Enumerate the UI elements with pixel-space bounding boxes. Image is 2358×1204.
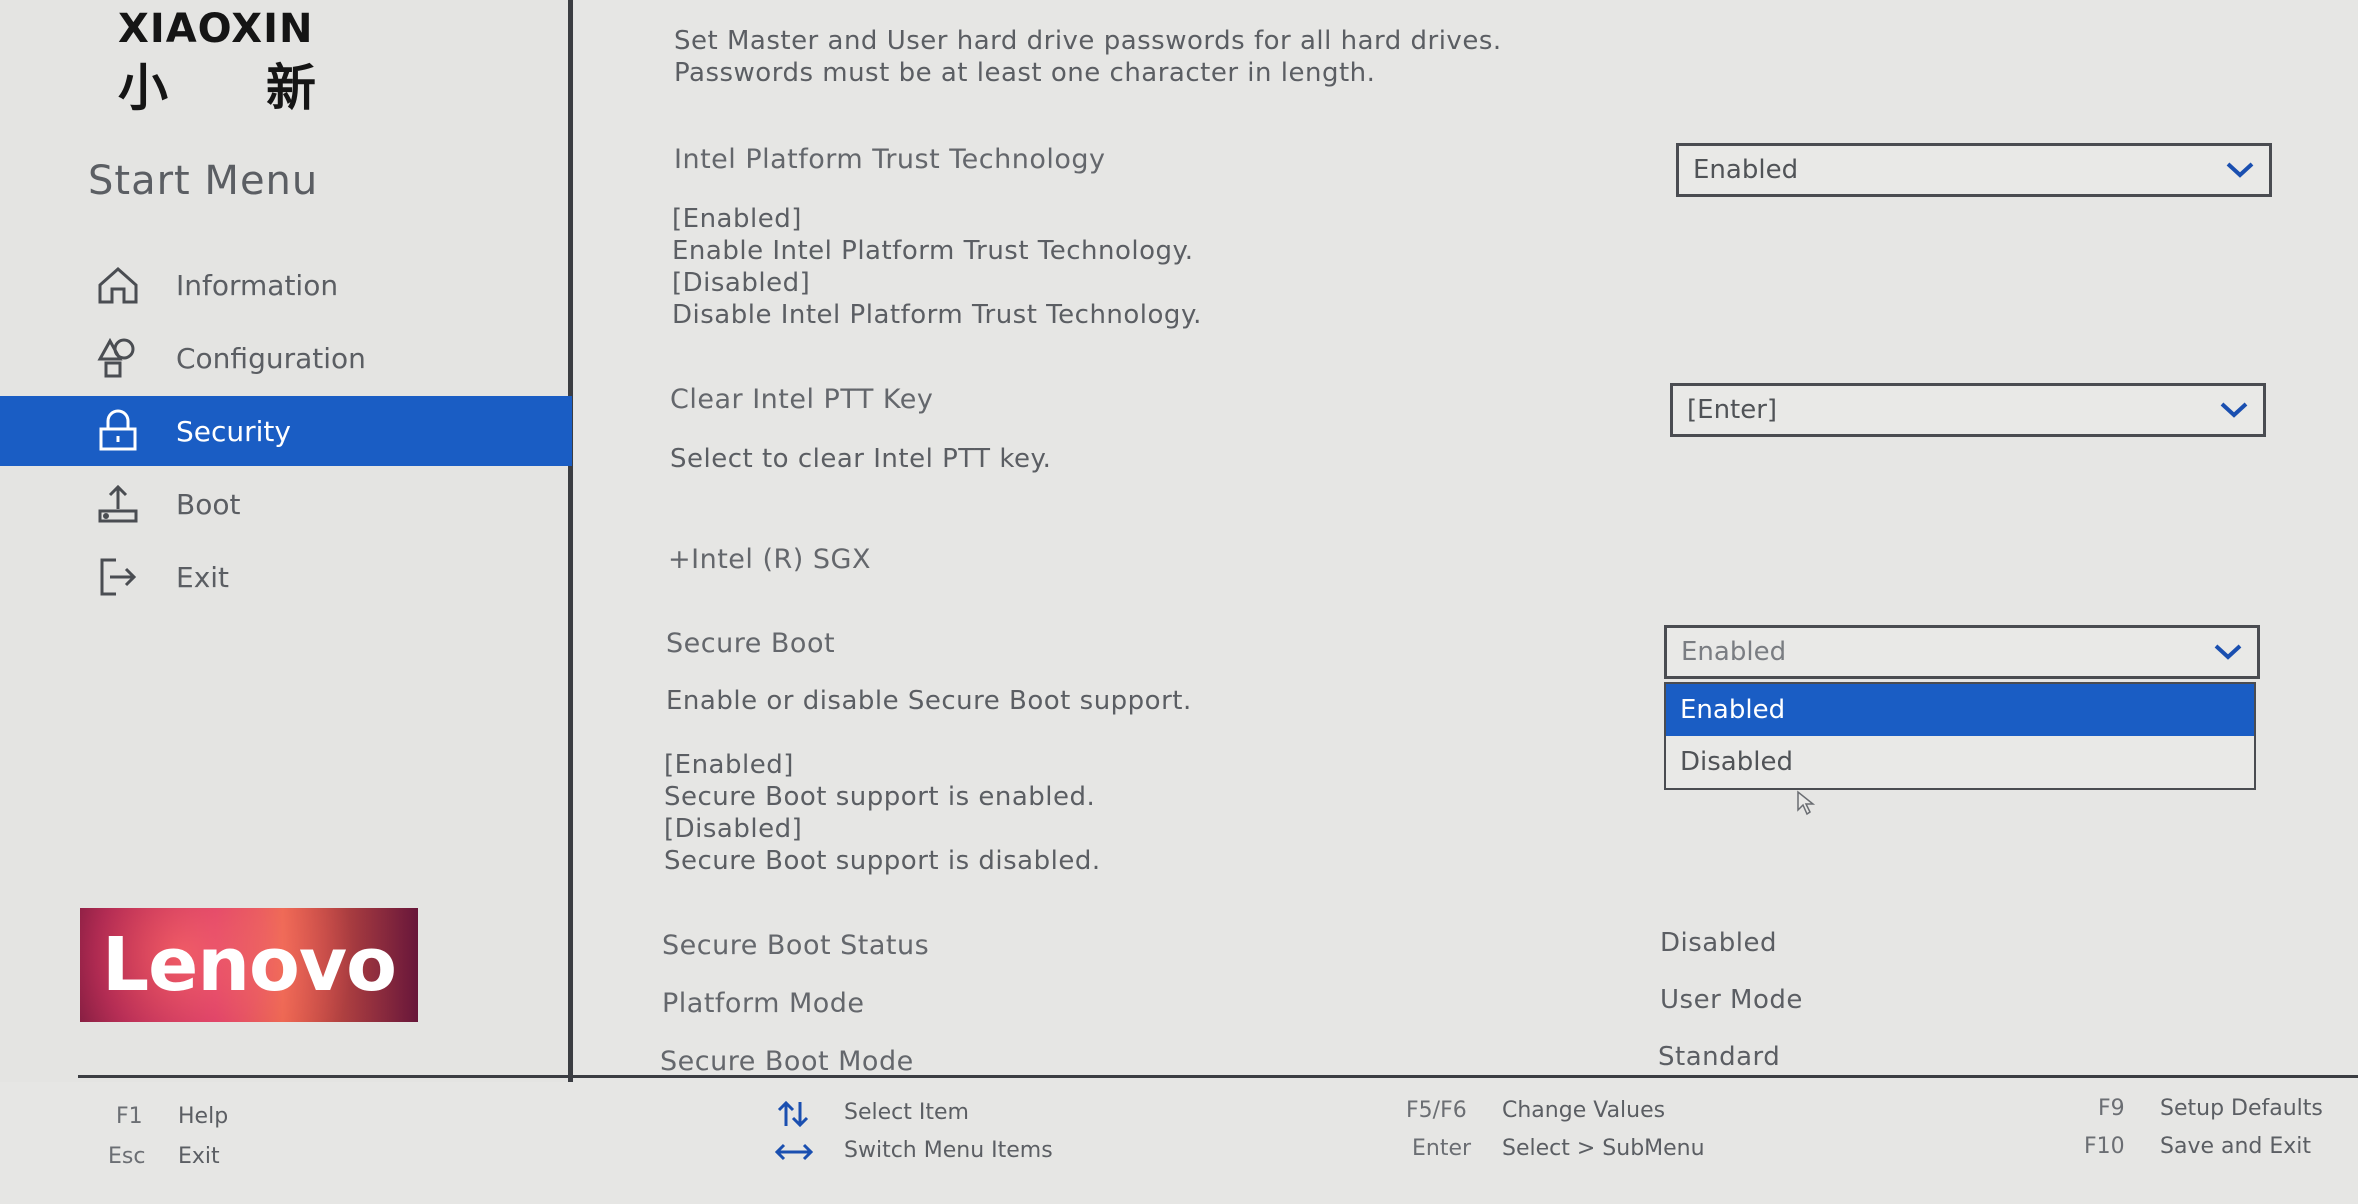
sidebar-title: Start Menu	[88, 158, 319, 204]
ptt-select[interactable]: Enabled	[1676, 143, 2272, 197]
exit-key: Esc	[108, 1144, 146, 1169]
save-exit-key: F10	[2084, 1134, 2125, 1159]
ptt-desc-2: Enable Intel Platform Trust Technology.	[672, 236, 1194, 266]
lenovo-logo: Lenovo	[80, 908, 418, 1022]
sidebar-item-information[interactable]: Information	[0, 250, 572, 320]
change-values-label: Change Values	[1502, 1098, 1666, 1123]
brand-name: XIAOXIN	[118, 6, 314, 52]
help-label: Help	[178, 1104, 229, 1129]
ptt-desc-4: Disable Intel Platform Trust Technology.	[672, 300, 1202, 330]
enter-key: Enter	[1412, 1136, 1472, 1161]
secure-boot-desc-detail-4: Secure Boot support is disabled.	[664, 846, 1101, 876]
secure-boot-desc-detail-1: [Enabled]	[664, 750, 794, 780]
exit-icon	[96, 556, 160, 598]
save-exit-label: Save and Exit	[2160, 1134, 2312, 1159]
footer-divider	[78, 1075, 2358, 1078]
logo-text: Lenovo	[102, 922, 397, 1008]
shapes-icon	[96, 337, 160, 379]
platform-mode-label: Platform Mode	[662, 988, 865, 1019]
mouse-cursor-icon	[1797, 790, 1816, 816]
brand-chinese-char-2: 新	[266, 59, 316, 117]
platform-mode-value: User Mode	[1660, 985, 1803, 1015]
sidebar-item-exit[interactable]: Exit	[0, 542, 572, 612]
secure-boot-label: Secure Boot	[666, 628, 836, 659]
secure-boot-mode-value: Standard	[1658, 1042, 1781, 1072]
left-right-arrows-icon	[774, 1143, 814, 1161]
dropdown-option-enabled[interactable]: Enabled	[1666, 684, 2254, 736]
lock-icon	[96, 409, 160, 453]
enter-label: Select > SubMenu	[1502, 1136, 1705, 1161]
sidebar-item-label: Information	[176, 268, 339, 302]
select-item-label: Select Item	[844, 1100, 969, 1125]
sidebar-item-label: Configuration	[176, 341, 366, 375]
brand-chinese-char-1: 小	[118, 59, 168, 117]
clear-ptt-label: Clear Intel PTT Key	[670, 384, 934, 415]
secure-boot-mode-label: Secure Boot Mode	[660, 1046, 914, 1077]
sidebar-item-label: Exit	[176, 560, 230, 594]
chevron-down-icon	[2214, 644, 2242, 660]
secure-boot-desc: Enable or disable Secure Boot support.	[666, 686, 1192, 716]
switch-menu-label: Switch Menu Items	[844, 1138, 1053, 1163]
change-values-key: F5/F6	[1406, 1098, 1467, 1123]
chevron-down-icon	[2226, 162, 2254, 178]
home-icon	[96, 265, 160, 305]
clear-ptt-desc: Select to clear Intel PTT key.	[670, 444, 1052, 474]
intro-line-2: Passwords must be at least one character…	[674, 58, 1376, 88]
sidebar-item-configuration[interactable]: Configuration	[0, 323, 572, 393]
secure-boot-desc-detail-2: Secure Boot support is enabled.	[664, 782, 1096, 812]
dropdown-option-disabled[interactable]: Disabled	[1666, 736, 2254, 788]
ptt-desc-1: [Enabled]	[672, 204, 802, 234]
sidebar-divider	[568, 0, 573, 1082]
up-down-arrows-icon	[777, 1100, 809, 1128]
boot-icon	[96, 483, 160, 525]
secure-boot-status-value: Disabled	[1660, 928, 1777, 958]
chevron-down-icon	[2220, 402, 2248, 418]
sgx-submenu-link[interactable]: +Intel (R) SGX	[668, 544, 871, 575]
sidebar-item-label: Security	[176, 414, 291, 448]
sidebar-item-boot[interactable]: Boot	[0, 469, 572, 539]
sidebar-item-label: Boot	[176, 487, 241, 521]
secure-boot-desc-detail-3: [Disabled]	[664, 814, 803, 844]
intro-line-1: Set Master and User hard drive passwords…	[674, 26, 1502, 56]
ptt-select-value: Enabled	[1693, 155, 1799, 185]
clear-ptt-select-value: [Enter]	[1687, 395, 1778, 425]
secure-boot-dropdown-list: Enabled Disabled	[1664, 682, 2256, 790]
setup-defaults-label: Setup Defaults	[2160, 1096, 2323, 1121]
sidebar-item-security[interactable]: Security	[0, 396, 572, 466]
setup-defaults-key: F9	[2098, 1096, 2125, 1121]
ptt-label: Intel Platform Trust Technology	[674, 144, 1106, 175]
secure-boot-status-label: Secure Boot Status	[662, 930, 930, 961]
secure-boot-select[interactable]: Enabled	[1664, 625, 2260, 679]
help-key: F1	[116, 1104, 143, 1129]
secure-boot-select-value: Enabled	[1681, 637, 1787, 667]
ptt-desc-3: [Disabled]	[672, 268, 811, 298]
exit-label: Exit	[178, 1144, 220, 1169]
clear-ptt-select[interactable]: [Enter]	[1670, 383, 2266, 437]
